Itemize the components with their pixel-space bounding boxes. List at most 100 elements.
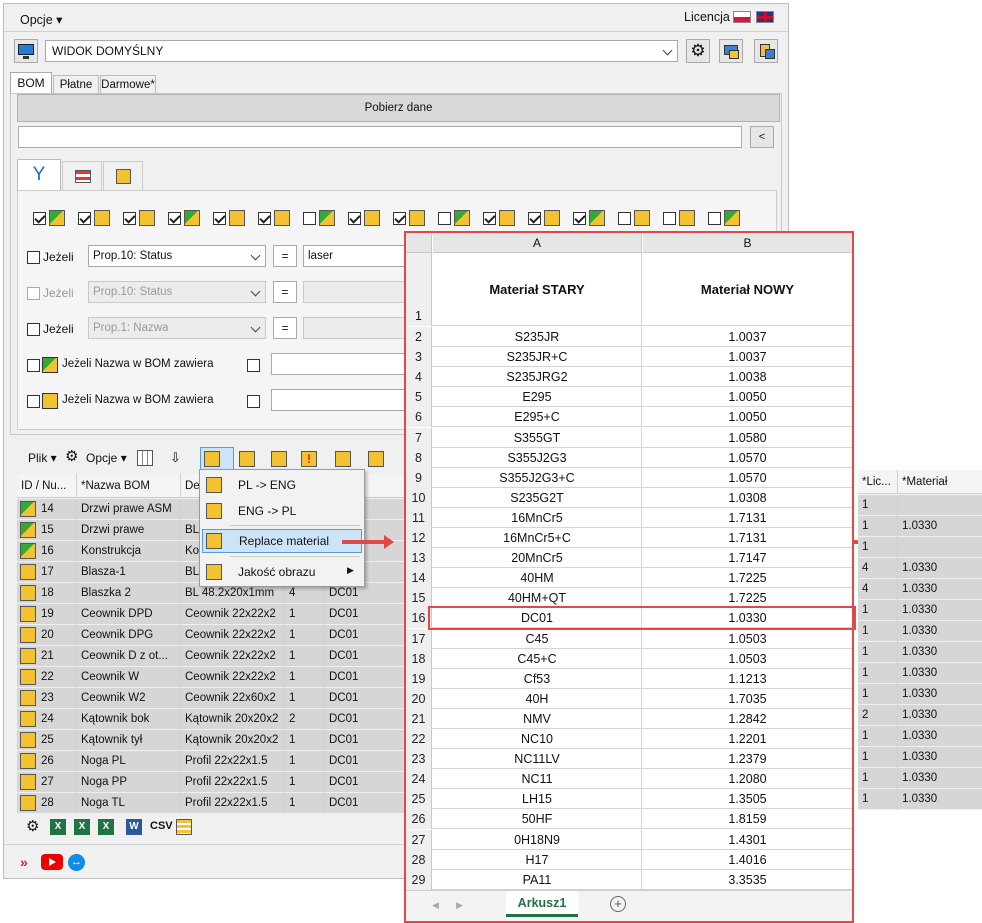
- view-select[interactable]: WIDOK DOMYŚLNY: [45, 40, 678, 62]
- cell-material-old[interactable]: 16MnCr5: [433, 507, 642, 528]
- cell-material-new[interactable]: 1.0570: [643, 448, 852, 468]
- col-header-b[interactable]: B: [643, 233, 852, 253]
- table-row-right[interactable]: 1 1.0330: [858, 726, 982, 747]
- cell-material-new[interactable]: 1.7035: [643, 689, 852, 709]
- cell-material-old[interactable]: S235JRG2: [433, 367, 642, 388]
- type-checkbox-beam[interactable]: [303, 212, 316, 225]
- table-row-right[interactable]: 1 1.0330: [858, 600, 982, 621]
- cell-material-new[interactable]: 1.0580: [643, 428, 852, 448]
- cell-material-old[interactable]: 0H18N9: [433, 829, 642, 850]
- cell-material-old[interactable]: E295+C: [433, 407, 642, 428]
- cell-material-new[interactable]: 1.1213: [643, 669, 852, 689]
- table-row[interactable]: 20 Ceownik DPG Ceownik 22x22x2 1 DC01: [17, 625, 407, 646]
- cell-material-old[interactable]: S355J2G3: [433, 447, 642, 468]
- filter-value-3[interactable]: [303, 317, 408, 339]
- type-checkbox-view[interactable]: [708, 212, 721, 225]
- cell-material-old[interactable]: S355GT: [433, 427, 642, 448]
- sort-icon[interactable]: ⇩: [170, 450, 186, 466]
- table-row[interactable]: 21 Ceownik D z ot... Ceownik 22x22x2 1 DC01: [17, 646, 407, 667]
- cell-material-new[interactable]: 1.2080: [643, 769, 852, 789]
- options-toolbar-menu[interactable]: Opcje ▾: [86, 451, 127, 465]
- export-view-button[interactable]: [719, 39, 743, 63]
- name-filter-checkbox-2[interactable]: [27, 395, 40, 408]
- table-row[interactable]: 23 Ceownik W2 Ceownik 22x60x2 1 DC01: [17, 688, 407, 709]
- type-checkbox-search[interactable]: [573, 212, 586, 225]
- cell-material-old[interactable]: 16MnCr5+C: [433, 528, 642, 548]
- cell-material-old[interactable]: NC10: [433, 729, 642, 749]
- table-export-icon[interactable]: [176, 819, 192, 835]
- tab-filter[interactable]: Y: [17, 159, 61, 191]
- header-material-new[interactable]: Materiał NOWY: [643, 253, 852, 326]
- cell-material-old[interactable]: S235G2T: [433, 487, 642, 508]
- type-checkbox-sheet-metal[interactable]: [123, 212, 136, 225]
- filter-checkbox-1[interactable]: [27, 251, 40, 264]
- row-number[interactable]: 7: [406, 427, 432, 448]
- menu-item-pl-eng[interactable]: PL -> ENG: [202, 473, 362, 497]
- filter-op-2[interactable]: =: [273, 281, 297, 303]
- cell-material-new[interactable]: 1.0037: [643, 347, 852, 367]
- col-header-name[interactable]: *Nazwa BOM: [77, 474, 181, 498]
- row-number[interactable]: 5: [406, 387, 432, 408]
- cell-material-new[interactable]: 1.7225: [643, 568, 852, 588]
- tab-darmowe[interactable]: Darmowe*: [100, 75, 156, 94]
- type-checkbox-weldment[interactable]: [168, 212, 181, 225]
- sheet-tab-arkusz1[interactable]: Arkusz1: [506, 891, 578, 917]
- row-number[interactable]: 4: [406, 367, 432, 388]
- row-number[interactable]: 9: [406, 467, 432, 488]
- fetch-data-button[interactable]: Pobierz dane: [17, 94, 780, 122]
- row-number[interactable]: 11: [406, 507, 432, 528]
- cell-material-old[interactable]: 20MnCr5: [433, 548, 642, 569]
- filter-prop-select-1[interactable]: Prop.10: Status: [88, 245, 266, 267]
- table-row-right[interactable]: 1: [858, 537, 982, 558]
- cell-material-old[interactable]: NC11LV: [433, 749, 642, 770]
- row-number[interactable]: 14: [406, 568, 432, 589]
- filter-value-1[interactable]: laser: [303, 245, 408, 267]
- cell-material-old[interactable]: NC11: [433, 769, 642, 790]
- row-number[interactable]: 17: [406, 628, 432, 649]
- cell-material-new[interactable]: 1.0037: [643, 327, 852, 347]
- row-number[interactable]: 18: [406, 648, 432, 669]
- tab-table[interactable]: [62, 161, 102, 191]
- file-menu[interactable]: Plik ▾: [28, 451, 57, 465]
- col-header-a[interactable]: A: [433, 233, 642, 253]
- table-row-right[interactable]: 1 1.0330: [858, 768, 982, 789]
- table-row-right[interactable]: 1 1.0330: [858, 684, 982, 705]
- cell-material-old[interactable]: 40H: [433, 688, 642, 709]
- row-number[interactable]: 10: [406, 487, 432, 508]
- row-number[interactable]: 25: [406, 789, 432, 810]
- name-filter-checkbox-1[interactable]: [27, 359, 40, 372]
- table-row[interactable]: 28 Noga TL Profil 22x22x1.5 1 DC01: [17, 793, 407, 814]
- cell-material-old[interactable]: NMV: [433, 708, 642, 729]
- cell-material-new[interactable]: 1.0503: [643, 649, 852, 669]
- menu-item-eng-pl[interactable]: ENG -> PL: [202, 499, 362, 523]
- add-sheet-icon[interactable]: +: [610, 896, 626, 912]
- cell-material-new[interactable]: 1.2842: [643, 709, 852, 729]
- cell-material-new[interactable]: 1.0038: [643, 367, 852, 387]
- row-number[interactable]: 1: [406, 253, 432, 326]
- row-number[interactable]: 8: [406, 447, 432, 468]
- cell-material-old[interactable]: E295: [433, 387, 642, 408]
- csv-button[interactable]: CSV: [150, 820, 173, 832]
- type-checkbox-toolbox[interactable]: [393, 212, 406, 225]
- drawing-icon[interactable]: [335, 451, 351, 467]
- col-header-material[interactable]: *Materiał: [898, 470, 982, 494]
- type-checkbox-virtual[interactable]: [213, 212, 226, 225]
- table-row[interactable]: 19 Ceownik DPD Ceownik 22x22x2 1 DC01: [17, 604, 407, 625]
- excel-export-icon[interactable]: X: [74, 819, 90, 835]
- teamviewer-icon[interactable]: ↔: [68, 854, 85, 871]
- cell-material-old[interactable]: LH15: [433, 789, 642, 810]
- row-number[interactable]: 26: [406, 809, 432, 830]
- row-number[interactable]: 2: [406, 327, 432, 347]
- cell-material-new[interactable]: 1.8159: [643, 809, 852, 829]
- table-row[interactable]: 27 Noga PP Profil 22x22x1.5 1 DC01: [17, 772, 407, 793]
- chevron-logo-icon[interactable]: »: [20, 854, 36, 870]
- row-number[interactable]: 20: [406, 688, 432, 709]
- cell-material-new[interactable]: 1.2201: [643, 729, 852, 749]
- collapse-button[interactable]: <: [750, 126, 774, 148]
- type-checkbox-mirror[interactable]: [663, 212, 676, 225]
- cell-material-new[interactable]: 1.3505: [643, 789, 852, 809]
- cell-material-old[interactable]: C45+C: [433, 648, 642, 669]
- table-row-right[interactable]: 1: [858, 495, 982, 516]
- flag-pl-icon[interactable]: [733, 11, 751, 23]
- import-view-button[interactable]: [754, 39, 778, 63]
